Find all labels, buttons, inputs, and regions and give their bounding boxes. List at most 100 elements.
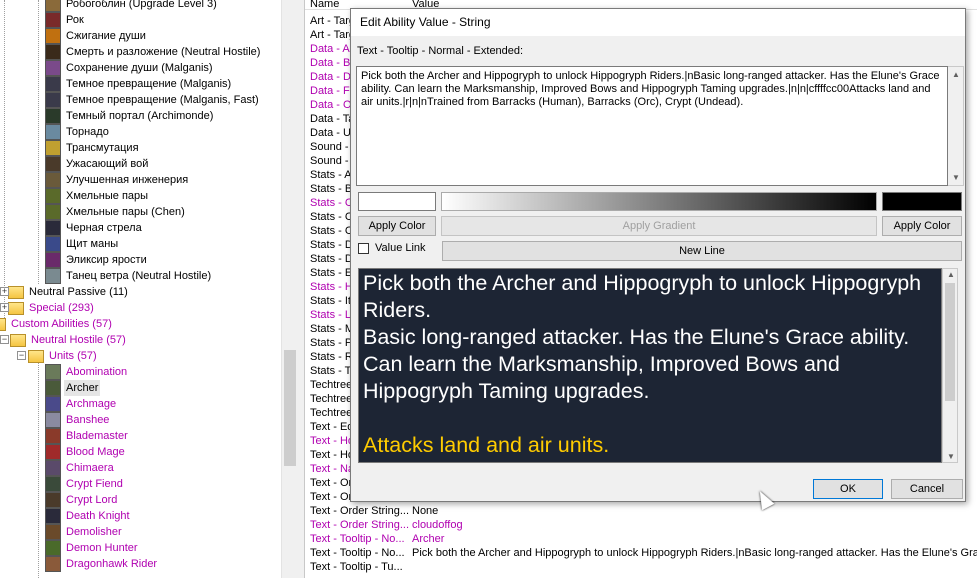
tree-item-unit[interactable]: Abomination bbox=[45, 364, 129, 380]
tree-item-label: Улучшенная инженерия bbox=[66, 174, 189, 186]
tree-expander-icon[interactable]: − bbox=[17, 351, 26, 360]
tree-item-unit[interactable]: Blood Mage bbox=[45, 444, 127, 460]
scroll-down-icon[interactable]: ▼ bbox=[947, 452, 955, 461]
apply-color-right-button[interactable]: Apply Color bbox=[882, 216, 962, 236]
tree-item-ability[interactable]: Темный портал (Archimonde) bbox=[45, 108, 215, 124]
ability-icon bbox=[45, 188, 61, 204]
tree-item-unit[interactable]: Demon Hunter bbox=[45, 540, 140, 556]
ability-icon bbox=[45, 444, 61, 460]
tree-item-ability[interactable]: Смерть и разложение (Neutral Hostile) bbox=[45, 44, 262, 60]
ability-icon bbox=[45, 460, 61, 476]
ability-icon bbox=[45, 108, 61, 124]
tree-item-ability[interactable]: Ужасающий вой bbox=[45, 156, 150, 172]
tree-item-label: Трансмутация bbox=[66, 142, 139, 154]
tree-item-ability[interactable]: Улучшенная инженерия bbox=[45, 172, 190, 188]
ability-icon bbox=[45, 220, 61, 236]
list-row[interactable]: Text - Tooltip - No... Archer bbox=[310, 532, 977, 546]
editor-scrollbar[interactable]: ▲ ▼ bbox=[948, 66, 964, 186]
ability-icon bbox=[45, 44, 61, 60]
ability-icon bbox=[45, 412, 61, 428]
tree-scrollbar[interactable] bbox=[281, 0, 298, 578]
new-line-button[interactable]: New Line bbox=[442, 241, 962, 261]
gradient-bar[interactable] bbox=[441, 192, 877, 211]
tree-item-unit[interactable]: Chimaera bbox=[45, 460, 116, 476]
tree-item-unit[interactable]: Blademaster bbox=[45, 428, 130, 444]
tree-item-unit[interactable]: Dragonhawk Rider bbox=[45, 556, 159, 572]
scroll-down-icon[interactable]: ▼ bbox=[952, 173, 960, 182]
tree-expander-icon[interactable]: + bbox=[0, 287, 9, 296]
object-tree[interactable]: Робогоблин (Upgrade Level 3) Рок Сжигание … bbox=[0, 0, 298, 578]
list-row[interactable]: Text - Order String... None bbox=[310, 504, 977, 518]
column-name-header[interactable]: Name bbox=[310, 0, 339, 9]
tree-item-label: Neutral Hostile (57) bbox=[31, 334, 126, 346]
tree-item-label: Щит маны bbox=[66, 238, 119, 250]
scroll-up-icon[interactable]: ▲ bbox=[952, 70, 960, 79]
field-value: Pick both the Archer and Hippogryph to u… bbox=[412, 547, 977, 559]
list-row[interactable]: Text - Tooltip - Tu... bbox=[310, 560, 977, 574]
tree-item-folder[interactable]: Custom Abilities (57) bbox=[0, 316, 114, 332]
tree-item-label: Хмельные пары bbox=[66, 190, 149, 202]
apply-gradient-button[interactable]: Apply Gradient bbox=[441, 216, 877, 236]
tree-item-ability[interactable]: Торнадо bbox=[45, 124, 111, 140]
raw-text-editor[interactable]: Pick both the Archer and Hippogryph to u… bbox=[356, 66, 948, 186]
tree-item-label: Dragonhawk Rider bbox=[66, 558, 158, 570]
tree-expander-icon[interactable]: + bbox=[0, 303, 9, 312]
tree-item-folder[interactable]: Special (293) bbox=[8, 300, 96, 316]
tree-item-unit[interactable]: Banshee bbox=[45, 412, 111, 428]
tree-expander-icon[interactable]: − bbox=[0, 335, 9, 344]
folder-icon bbox=[0, 317, 6, 331]
cancel-button[interactable]: Cancel bbox=[891, 479, 963, 499]
tree-item-unit[interactable]: Archer bbox=[45, 380, 101, 396]
tree-item-label: Темный портал (Archimonde) bbox=[66, 110, 214, 122]
preview-scrollbar-thumb[interactable] bbox=[945, 283, 955, 401]
tree-item-unit[interactable]: Crypt Fiend bbox=[45, 476, 125, 492]
tree-item-ability[interactable]: Эликсир ярости bbox=[45, 252, 149, 268]
tree-item-label: Chimaera bbox=[66, 462, 114, 474]
tree-item-folder[interactable]: Neutral Hostile (57) bbox=[10, 332, 128, 348]
tree-item-ability[interactable]: Темное превращение (Malganis, Fast) bbox=[45, 92, 261, 108]
tree-item-label: Neutral Passive (11) bbox=[29, 286, 128, 298]
right-color-swatch[interactable] bbox=[882, 192, 962, 211]
tree-item-ability[interactable]: Хмельные пары bbox=[45, 188, 150, 204]
preview-scrollbar[interactable]: ▲ ▼ bbox=[942, 268, 958, 463]
tree-item-ability[interactable]: Сохранение души (Malganis) bbox=[45, 60, 215, 76]
tree-item-ability[interactable]: Сжигание души bbox=[45, 28, 148, 44]
tree-item-unit[interactable]: Death Knight bbox=[45, 508, 132, 524]
ok-button[interactable]: OK bbox=[813, 479, 883, 499]
tree-item-label: Archmage bbox=[66, 398, 117, 410]
tree-item-ability[interactable]: Трансмутация bbox=[45, 140, 141, 156]
list-row[interactable]: Text - Order String... cloudoffog bbox=[310, 518, 977, 532]
tree-item-label: Units (57) bbox=[49, 350, 97, 362]
tree-item-label: Темное превращение (Malganis) bbox=[66, 78, 232, 90]
ability-icon bbox=[45, 428, 61, 444]
column-value-header[interactable]: Value bbox=[412, 0, 439, 9]
edit-value-dialog: Edit Ability Value - String Text - Toolt… bbox=[350, 8, 966, 502]
apply-color-left-button[interactable]: Apply Color bbox=[358, 216, 436, 236]
scroll-up-icon[interactable]: ▲ bbox=[947, 270, 955, 279]
tree-item-ability[interactable]: Танец ветра (Neutral Hostile) bbox=[45, 268, 213, 284]
value-link-checkbox[interactable]: Value Link bbox=[358, 242, 426, 254]
tree-item-ability[interactable]: Хмельные пары (Chen) bbox=[45, 204, 187, 220]
tree-item-folder[interactable]: Neutral Passive (11) bbox=[8, 284, 130, 300]
ability-icon bbox=[45, 172, 61, 188]
list-row[interactable]: Text - Tooltip - No... Pick both the Arch… bbox=[310, 546, 977, 560]
tree-item-unit[interactable]: Crypt Lord bbox=[45, 492, 119, 508]
tree-item-label: Ужасающий вой bbox=[66, 158, 149, 170]
left-color-swatch[interactable] bbox=[358, 192, 436, 211]
ability-icon bbox=[45, 76, 61, 92]
field-label: Text - Tooltip - Normal - Extended: bbox=[357, 45, 524, 57]
tree-item-label: Танец ветра (Neutral Hostile) bbox=[66, 270, 212, 282]
tree-item-ability[interactable]: Черная стрела bbox=[45, 220, 144, 236]
tree-item-ability[interactable]: Робогоблин (Upgrade Level 3) bbox=[45, 0, 219, 12]
tree-item-unit[interactable]: Archmage bbox=[45, 396, 118, 412]
tree-item-ability[interactable]: Щит маны bbox=[45, 236, 120, 252]
tree-item-folder[interactable]: Units (57) bbox=[28, 348, 99, 364]
ability-icon bbox=[45, 28, 61, 44]
tree-item-unit[interactable]: Demolisher bbox=[45, 524, 124, 540]
tree-item-ability[interactable]: Темное превращение (Malganis) bbox=[45, 76, 233, 92]
tree-scrollbar-thumb[interactable] bbox=[284, 350, 296, 466]
field-name: Text - Order String... bbox=[310, 519, 410, 531]
preview-gold-line: Attacks land and air units. bbox=[363, 433, 610, 457]
tree-item-ability[interactable]: Рок bbox=[45, 12, 86, 28]
checkbox-icon[interactable] bbox=[358, 242, 369, 254]
